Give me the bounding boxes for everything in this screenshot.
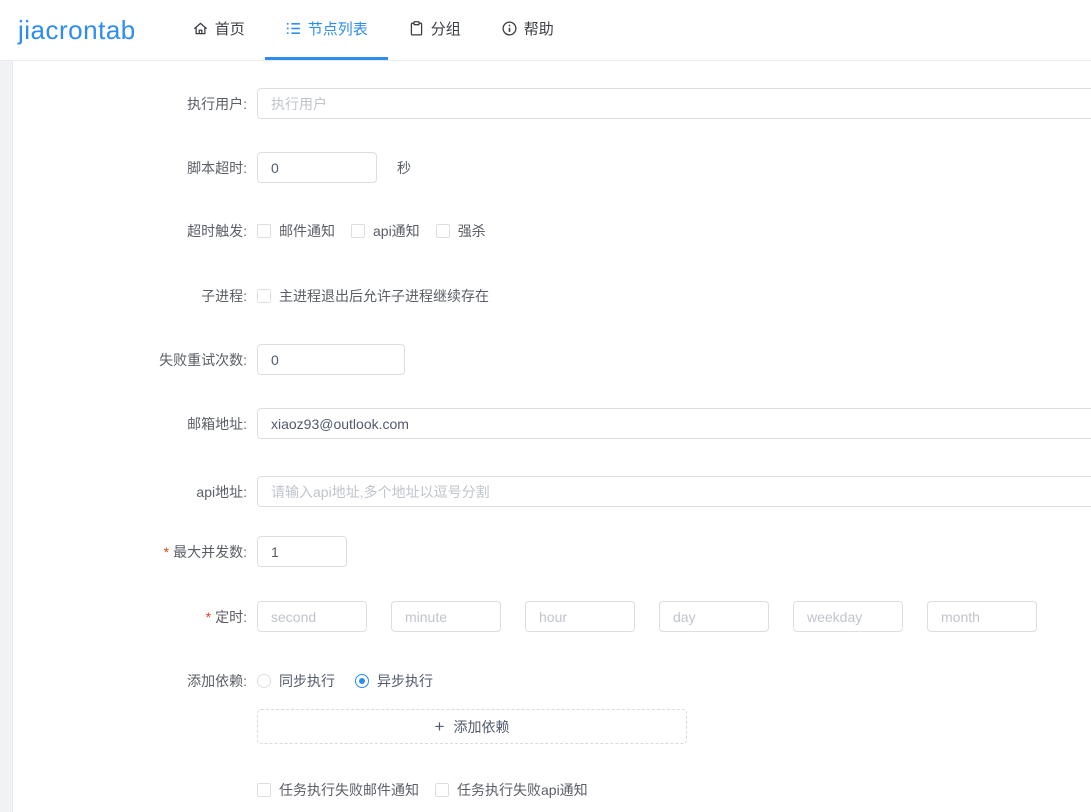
checkbox-icon (436, 224, 450, 238)
max-concurrency-label: *最大并发数: (57, 542, 257, 562)
help-icon (501, 20, 518, 37)
checkbox-api-notify[interactable]: api通知 (351, 221, 420, 241)
script-timeout-unit: 秒 (397, 158, 411, 178)
dependency-label: 添加依赖: (57, 671, 257, 691)
nav-item-groups[interactable]: 分组 (388, 0, 481, 60)
script-timeout-label: 脚本超时: (57, 158, 257, 178)
nav-item-label: 帮助 (524, 18, 554, 39)
cron-hour-input[interactable] (525, 601, 635, 632)
api-addr-label: api地址: (57, 482, 257, 502)
form-row-api-addr: api地址: (57, 476, 1091, 507)
email-input[interactable] (257, 408, 1091, 439)
checkbox-icon (257, 224, 271, 238)
form-row-fail-notify: 任务执行失败邮件通知 任务执行失败api通知 (57, 780, 1091, 800)
exec-user-label: 执行用户: (57, 94, 257, 114)
checkbox-icon (257, 289, 271, 303)
form-row-script-timeout: 脚本超时: 秒 (57, 152, 1091, 183)
home-icon (192, 20, 209, 37)
max-concurrency-input[interactable] (257, 536, 347, 567)
form-row-retry-times: 失败重试次数: (57, 344, 1091, 375)
radio-icon (355, 674, 369, 688)
group-icon (408, 20, 425, 37)
timing-label: *定时: (57, 607, 257, 627)
nav-item-label: 首页 (215, 18, 245, 39)
email-label: 邮箱地址: (57, 414, 257, 434)
api-addr-input[interactable] (257, 476, 1091, 507)
form-row-max-concurrency: *最大并发数: (57, 536, 1091, 567)
checkbox-child-process[interactable]: 主进程退出后允许子进程继续存在 (257, 286, 489, 306)
exec-user-input[interactable] (257, 88, 1091, 119)
checkbox-icon (435, 783, 449, 797)
required-asterisk: * (206, 609, 211, 625)
form-row-timing: *定时: (57, 601, 1091, 632)
checkbox-fail-mail-notify[interactable]: 任务执行失败邮件通知 (257, 780, 419, 800)
page-body: 执行用户: 脚本超时: 秒 超时触发: 邮件通知 a (0, 61, 1091, 812)
add-dependency-button[interactable]: + 添加依赖 (257, 709, 687, 744)
left-gutter (0, 61, 13, 812)
app-header: jiacrontab 首页 (0, 0, 1091, 61)
required-asterisk: * (164, 544, 169, 560)
retry-times-input[interactable] (257, 344, 405, 375)
cron-month-input[interactable] (927, 601, 1037, 632)
nav-item-label: 节点列表 (308, 18, 368, 39)
form-row-email: 邮箱地址: (57, 408, 1091, 439)
checkbox-icon (351, 224, 365, 238)
cron-minute-input[interactable] (391, 601, 501, 632)
timeout-trigger-label: 超时触发: (57, 221, 257, 241)
script-timeout-input[interactable] (257, 152, 377, 183)
form-row-add-dependency: + 添加依赖 (57, 709, 1091, 744)
child-process-label: 子进程: (57, 286, 257, 306)
checkbox-fail-api-notify[interactable]: 任务执行失败api通知 (435, 780, 588, 800)
cron-day-input[interactable] (659, 601, 769, 632)
nav-item-help[interactable]: 帮助 (481, 0, 574, 60)
app-logo[interactable]: jiacrontab (18, 15, 136, 46)
checkbox-icon (257, 783, 271, 797)
main-nav: 首页 节点列表 分组 (172, 0, 574, 60)
cron-second-input[interactable] (257, 601, 367, 632)
retry-times-label: 失败重试次数: (57, 350, 257, 370)
nav-item-home[interactable]: 首页 (172, 0, 265, 60)
plus-icon: + (435, 718, 445, 735)
checkbox-force-kill[interactable]: 强杀 (436, 221, 486, 241)
nav-item-label: 分组 (431, 18, 461, 39)
checkbox-mail-notify[interactable]: 邮件通知 (257, 221, 335, 241)
nav-item-node-list[interactable]: 节点列表 (265, 0, 388, 60)
radio-icon (257, 674, 271, 688)
form-row-child-process: 子进程: 主进程退出后允许子进程继续存在 (57, 286, 1091, 306)
task-form: 执行用户: 脚本超时: 秒 超时触发: 邮件通知 a (14, 61, 1091, 812)
cron-weekday-input[interactable] (793, 601, 903, 632)
form-row-dependency-mode: 添加依赖: 同步执行 异步执行 (57, 671, 1091, 691)
form-row-exec-user: 执行用户: (57, 88, 1091, 119)
add-dependency-button-label: 添加依赖 (453, 717, 509, 737)
list-icon (285, 20, 302, 37)
radio-sync-exec[interactable]: 同步执行 (257, 671, 335, 691)
form-row-timeout-trigger: 超时触发: 邮件通知 api通知 强杀 (57, 221, 1091, 241)
radio-async-exec[interactable]: 异步执行 (355, 671, 433, 691)
